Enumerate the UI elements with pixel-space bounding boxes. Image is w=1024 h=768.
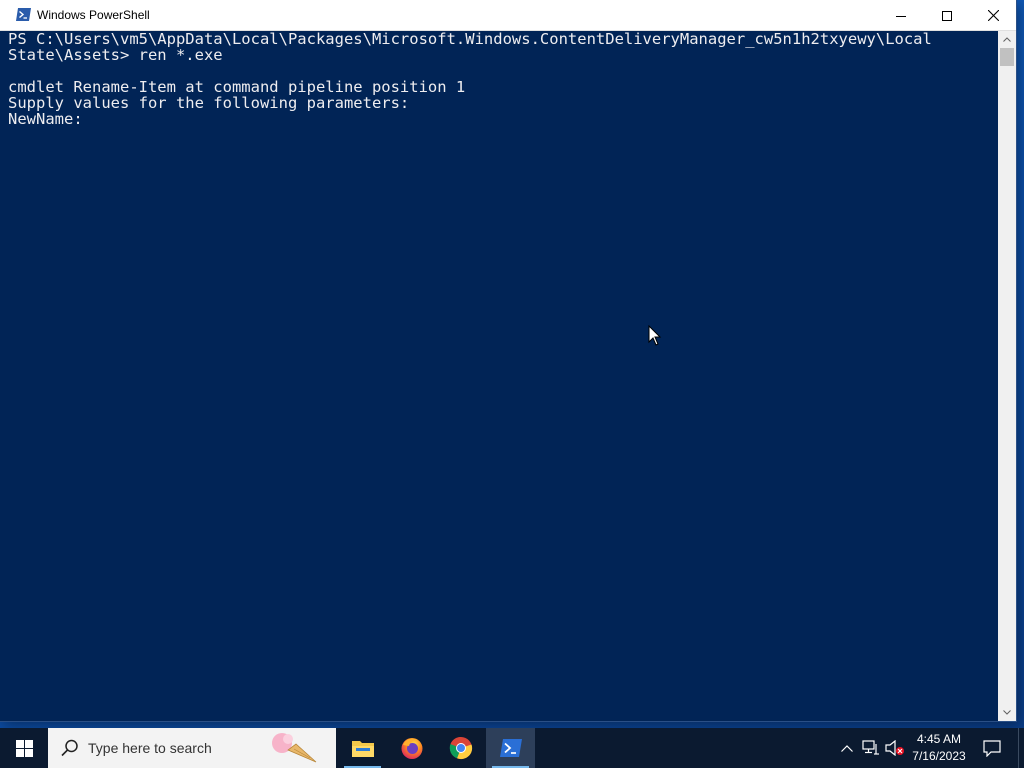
powershell-icon [16,8,31,21]
taskbar: Type here to search 4:45 AM 7/16/2023 [0,728,1024,768]
window-title: Windows PowerShell [37,8,150,22]
mouse-pointer-icon [648,325,662,346]
action-center-button[interactable] [976,728,1008,768]
scroll-down-button[interactable] [998,704,1016,721]
volume-button[interactable] [884,728,906,768]
close-icon [987,10,999,21]
console-line: cmdlet Rename-Item at command pipeline p… [8,78,466,96]
console-output[interactable]: PS C:\Users\vm5\AppData\Local\Packages\M… [0,31,998,721]
show-hidden-icons-button[interactable] [836,728,858,768]
chevron-up-icon [1003,37,1011,42]
folder-icon [351,741,374,757]
maximize-button[interactable] [924,0,970,31]
network-button[interactable] [860,728,882,768]
title-bar[interactable]: Windows PowerShell [0,0,1016,31]
minimize-button[interactable] [878,0,924,31]
maximize-icon [942,10,952,21]
chrome-icon [449,736,472,760]
search-icon [61,739,78,757]
network-icon [862,740,879,755]
show-desktop-button[interactable] [1018,728,1024,768]
console-prompt-line[interactable]: NewName: [8,111,998,127]
chevron-up-icon [841,744,853,752]
windows-logo-icon [15,739,33,757]
taskbar-app-file-explorer[interactable] [338,728,387,768]
search-placeholder: Type here to search [88,740,212,756]
taskbar-app-firefox[interactable] [387,728,436,768]
minimize-icon [896,15,906,17]
scroll-thumb[interactable] [1000,48,1014,66]
console-line: State\Assets> ren *.exe [8,46,223,64]
taskbar-app-powershell[interactable] [486,728,535,768]
start-button[interactable] [0,728,48,768]
vertical-scrollbar[interactable] [998,31,1016,721]
clock-date: 7/16/2023 [912,749,966,763]
volume-muted-icon [885,740,904,756]
notification-icon [983,739,1001,757]
taskbar-search-box[interactable]: Type here to search [48,728,336,768]
chevron-down-icon [1003,710,1011,715]
powershell-icon [499,739,522,757]
powershell-window: Windows PowerShell PS C:\Users\vm5\AppDa… [0,0,1016,721]
taskbar-clock[interactable]: 4:45 AM 7/16/2023 [908,731,970,765]
scroll-up-button[interactable] [998,31,1016,48]
console-line: PS C:\Users\vm5\AppData\Local\Packages\M… [8,31,932,48]
clock-time: 4:45 AM [916,732,962,746]
ice-cream-icon [272,733,317,763]
taskbar-app-chrome[interactable] [436,728,485,768]
close-button[interactable] [970,0,1016,31]
firefox-icon [401,738,422,759]
console-line: Supply values for the following paramete… [8,94,410,112]
